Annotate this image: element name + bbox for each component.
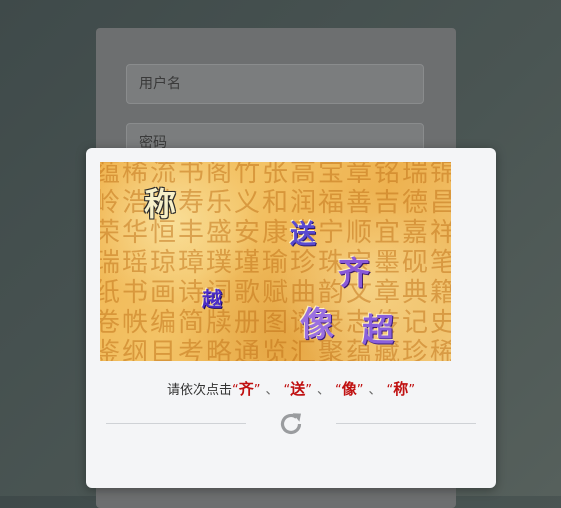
target-char-1: 齐	[238, 380, 254, 398]
captcha-char-qi[interactable]: 齐	[338, 257, 370, 289]
captcha-char-xiang[interactable]: 像	[300, 308, 334, 342]
captcha-dialog: 蕴稀流书阁竹张高宝章铭瑞锦岭浩蕊寿乐义和润福善吉德昌荣华恒丰盛安康泰宁顺宜嘉祥瑞…	[86, 148, 496, 488]
divider-left	[106, 423, 246, 424]
username-input[interactable]: 用户名	[126, 64, 424, 104]
captcha-char-song[interactable]: 送	[290, 222, 316, 248]
captcha-image[interactable]: 蕴稀流书阁竹张高宝章铭瑞锦岭浩蕊寿乐义和润福善吉德昌荣华恒丰盛安康泰宁顺宜嘉祥瑞…	[100, 162, 451, 361]
divider-right	[336, 423, 476, 424]
target-char-2: 送	[290, 380, 306, 398]
separator: 、	[368, 383, 382, 398]
refresh-icon	[280, 413, 302, 434]
target-char-3: 像	[341, 380, 357, 398]
captcha-char-cheng[interactable]: 称	[144, 188, 176, 220]
target-char-4: 称	[393, 380, 409, 398]
captcha-instruction: 请依次点击“齐”、 “送”、 “像”、 “称”	[166, 380, 416, 398]
refresh-button[interactable]	[277, 410, 305, 438]
instruction-prefix: 请依次点击	[166, 383, 232, 398]
separator: 、	[265, 383, 279, 398]
captcha-char-yue[interactable]: 越	[202, 289, 222, 309]
separator: 、	[317, 383, 331, 398]
captcha-char-chao[interactable]: 超	[362, 314, 394, 346]
